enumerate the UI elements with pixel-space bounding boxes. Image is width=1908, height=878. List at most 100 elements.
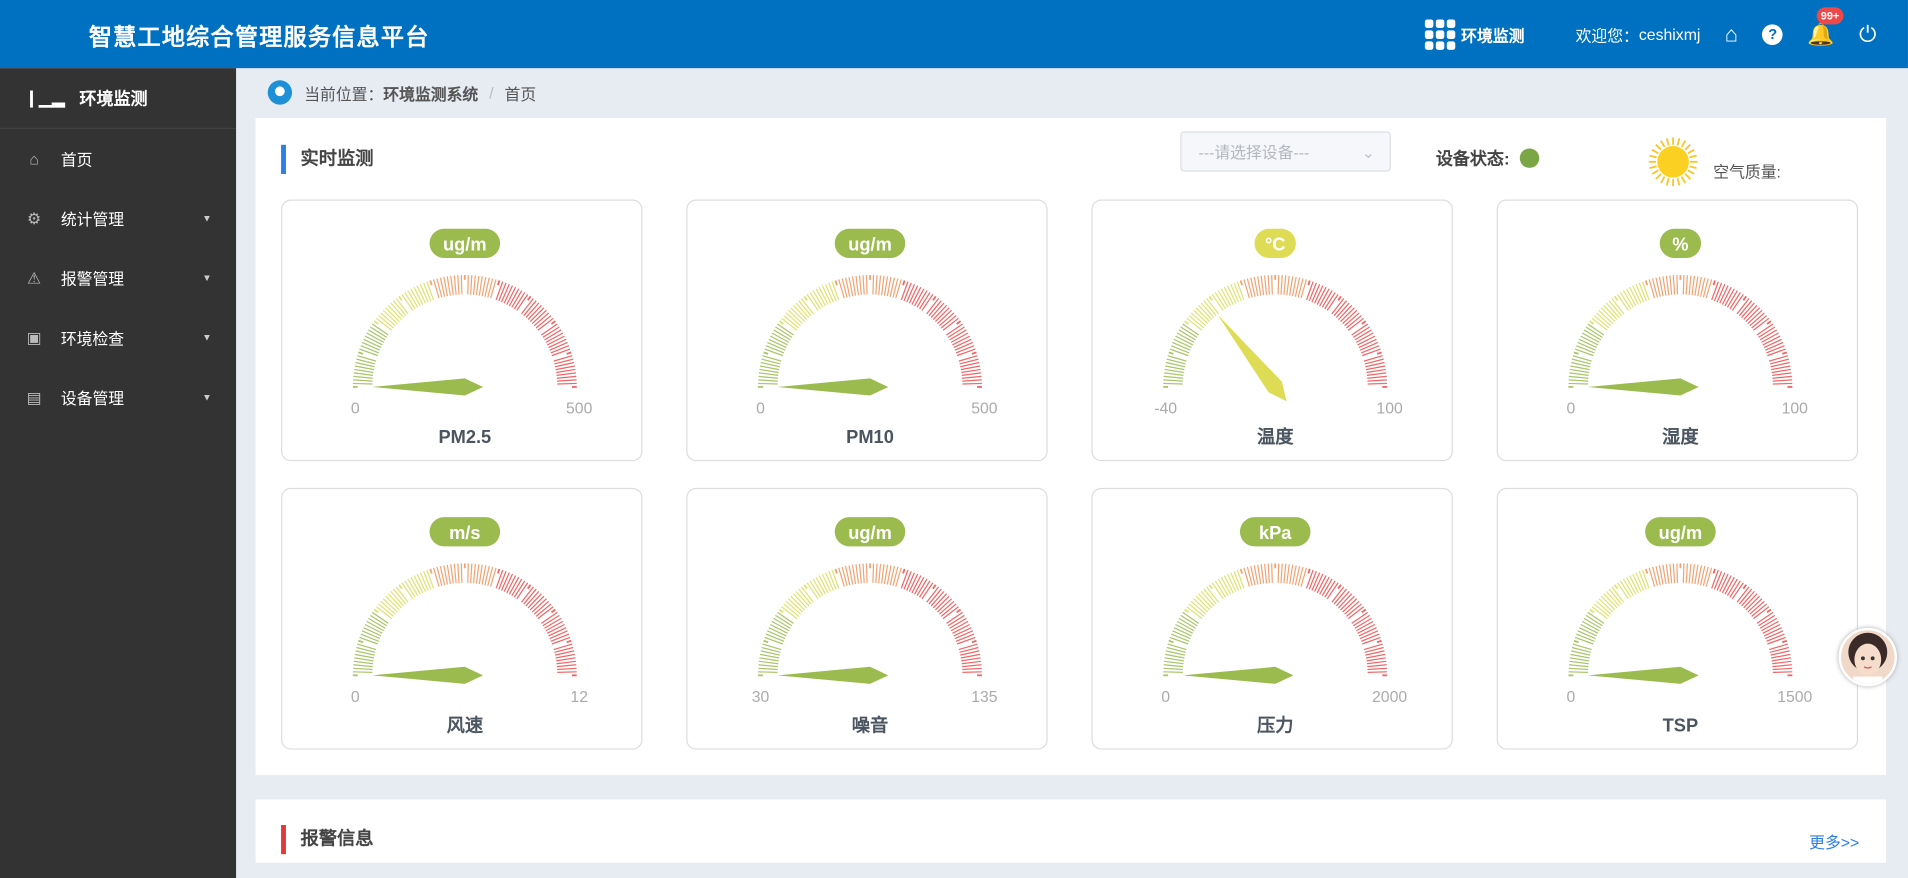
gauge-tick xyxy=(1676,275,1679,295)
breadcrumb-system[interactable]: 环境监测系统 xyxy=(383,81,478,104)
gauge-tick xyxy=(426,281,435,301)
gauge-tick xyxy=(1766,320,1772,325)
sidebar-item-label: 环境检查 xyxy=(60,329,125,349)
gauge-tick xyxy=(352,671,373,674)
device-select[interactable]: ---请选择设备--- ⌄ xyxy=(1180,131,1391,172)
device-select-placeholder: ---请选择设备--- xyxy=(1198,143,1310,162)
gauge-tick xyxy=(457,563,460,584)
gauge-tick xyxy=(1184,320,1190,325)
gauge-tick xyxy=(778,320,784,325)
notification-badge: 99+ xyxy=(1817,6,1843,24)
gauge-tick xyxy=(1366,368,1386,374)
gauge-tick xyxy=(354,657,374,662)
sidebar-item-label: 统计管理 xyxy=(60,210,125,229)
gauge-tick xyxy=(855,564,860,584)
gauge-tick xyxy=(1665,275,1670,296)
gauge-tick xyxy=(457,275,460,295)
more-link[interactable]: 更多>> xyxy=(1809,830,1859,853)
gauge-tick xyxy=(1361,608,1367,614)
assistant-avatar[interactable] xyxy=(1838,627,1897,687)
gauge-tick xyxy=(1233,282,1242,302)
gauge-tick xyxy=(865,563,868,583)
gauge-tick xyxy=(1169,636,1189,645)
gauge-tick xyxy=(550,633,570,642)
gauge-tick xyxy=(763,639,769,644)
power-icon[interactable]: ⏻ xyxy=(1859,21,1876,47)
gauge-tick xyxy=(1766,608,1772,614)
sidebar-item-home[interactable]: ⌂ 首页 xyxy=(0,129,236,189)
sidebar-title: 环境监测 xyxy=(79,88,148,108)
gauge-tick xyxy=(1569,372,1589,376)
gauge-tick xyxy=(1283,563,1287,584)
gauge-tick xyxy=(467,563,469,583)
gauge-tick xyxy=(878,275,882,295)
gauge: ug/m 0 1500 TSP xyxy=(1566,517,1813,735)
gauge-tick xyxy=(1362,636,1381,645)
gauge-tick xyxy=(450,275,454,296)
gauge-tick xyxy=(1772,382,1793,385)
gauge-tick xyxy=(758,667,778,671)
gauge-tick xyxy=(778,608,784,614)
sidebar-item-label: 设备管理 xyxy=(60,389,125,408)
gauge-tick xyxy=(460,563,463,583)
gauge-tick xyxy=(1164,657,1184,662)
sidebar-item-inspect[interactable]: ▣ 环境检查 ▼ xyxy=(0,308,236,368)
gauge-tick xyxy=(1239,280,1243,286)
home-icon[interactable]: ⌂ xyxy=(1725,21,1738,47)
gauge-max-label: 135 xyxy=(971,689,998,706)
gauge-tick xyxy=(932,584,937,590)
gauge-tick xyxy=(758,664,779,668)
sidebar-item-stats[interactable]: ⚙ 统计管理 ▼ xyxy=(0,189,236,249)
gauge-tick xyxy=(1305,281,1314,301)
gauge-tick xyxy=(359,348,379,357)
gauge-tick xyxy=(472,275,476,295)
gauge-card: ug/m 0 500 PM10 xyxy=(686,199,1048,462)
gauge-tick xyxy=(1170,345,1190,354)
gauge-tick xyxy=(467,275,469,295)
gauge-tick xyxy=(1766,633,1785,642)
sidebar-item-device[interactable]: ▤ 设备管理 ▼ xyxy=(0,367,236,427)
module-switcher[interactable]: 环境监测 xyxy=(1424,18,1524,50)
gauge-tick xyxy=(1367,664,1387,668)
gauge-tick xyxy=(1286,564,1290,584)
gauge-tick xyxy=(1366,660,1387,665)
gauge-tick xyxy=(955,633,975,642)
gauge-tick xyxy=(1772,660,1792,665)
gauge-tick xyxy=(851,276,857,296)
gauge-tick xyxy=(956,320,962,325)
gauge-tick xyxy=(1568,379,1589,382)
unit-label: kPa xyxy=(1259,522,1292,543)
gauge-tick xyxy=(1772,375,1792,379)
bell-icon[interactable]: 🔔 99+ xyxy=(1807,6,1843,47)
gauge-needle xyxy=(1217,314,1287,402)
alarm-title: 报警信息 xyxy=(281,824,374,855)
gauge-max-label: 100 xyxy=(1782,401,1809,418)
gauge-tick xyxy=(834,568,838,574)
gauge-tick xyxy=(460,275,463,295)
gauge-tick xyxy=(1781,639,1788,644)
help-icon[interactable]: ? xyxy=(1762,23,1784,45)
gauge-tick xyxy=(1641,281,1650,301)
gauge-tick xyxy=(961,372,982,376)
gauge-tick xyxy=(429,280,433,286)
gauge-max-label: 2000 xyxy=(1372,689,1407,706)
gauge-tick xyxy=(353,372,374,376)
gauge-card: m/s 0 12 风速 xyxy=(281,487,643,750)
gauge-tick xyxy=(1163,382,1183,385)
gauge-tick xyxy=(831,569,840,589)
sidebar-item-alarm[interactable]: ⚠ 报警管理 ▼ xyxy=(0,248,236,308)
welcome-label: 欢迎您： xyxy=(1575,26,1639,45)
unit-label: m/s xyxy=(449,522,480,543)
gauge-tick xyxy=(903,571,912,590)
gauge-card: ug/m 30 135 噪音 xyxy=(686,487,1048,750)
gauge-tick xyxy=(475,564,480,584)
sidebar-item-label: 报警管理 xyxy=(60,270,125,289)
gauge-tick xyxy=(1771,657,1792,662)
username: ceshixmj xyxy=(1638,24,1701,44)
gauge-name: 风速 xyxy=(447,714,484,735)
gauge-tick xyxy=(1308,571,1317,590)
sidebar-item-label: 首页 xyxy=(60,150,93,170)
gauge-tick xyxy=(472,563,476,584)
gauge-tick xyxy=(1367,375,1387,379)
gauge-tick xyxy=(1767,348,1786,357)
